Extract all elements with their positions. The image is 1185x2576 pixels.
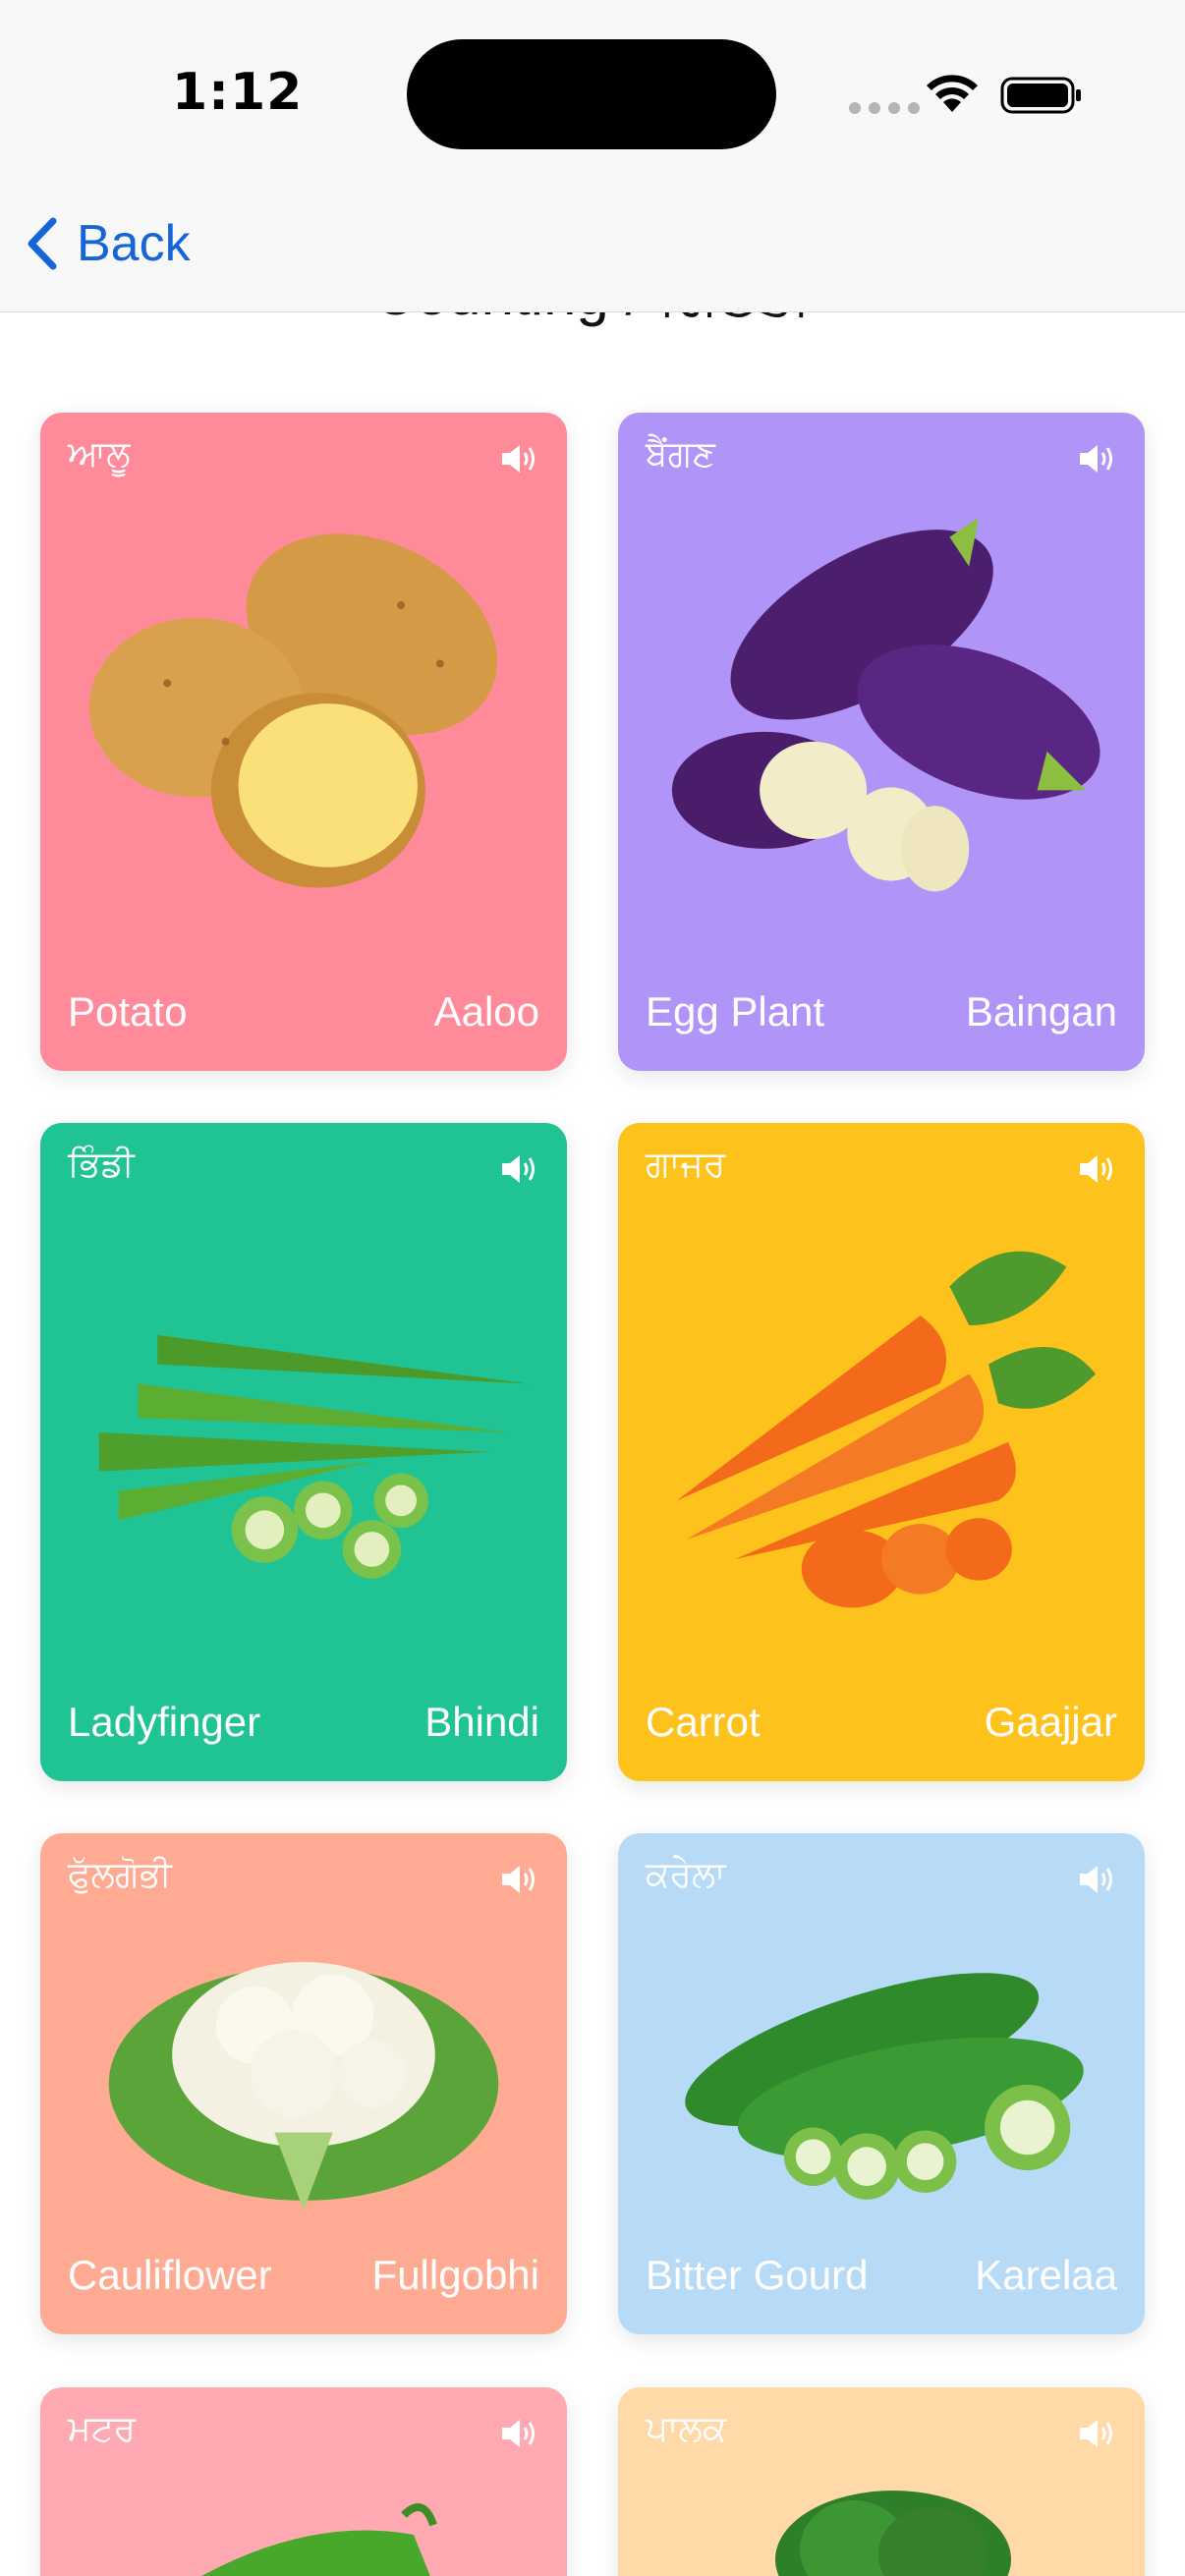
card-ladyfinger[interactable]: ਭਿੰਡੀ Ladyfinger Bhindi xyxy=(40,1123,567,1781)
speaker-icon[interactable] xyxy=(1078,2417,1117,2450)
card-english-label: Ladyfinger xyxy=(68,1699,261,1745)
vegetable-grid: ਆਲੂ Potato Aaloo ਬੈਂਗਣ Egg Plant Baingan… xyxy=(0,0,1185,2576)
card-native-label: ਪਾਲਕ xyxy=(646,2409,727,2449)
back-label: Back xyxy=(77,215,191,272)
cauliflower-image xyxy=(80,1936,528,2212)
navigation-bar: Back xyxy=(0,187,1185,312)
card-transliteration-label: Fullgobhi xyxy=(371,2252,539,2298)
speaker-icon[interactable] xyxy=(1078,1152,1117,1186)
peas-image xyxy=(201,2503,437,2576)
potato-image xyxy=(80,491,528,953)
card-transliteration-label: Gaajjar xyxy=(984,1699,1117,1745)
back-button[interactable]: Back xyxy=(22,214,191,273)
speaker-icon[interactable] xyxy=(500,1152,539,1186)
chevron-left-icon xyxy=(28,217,57,270)
card-english-label: Carrot xyxy=(646,1699,761,1745)
card-native-label: ਬੈਂਗਣ xyxy=(646,434,715,475)
speaker-icon[interactable] xyxy=(500,442,539,476)
card-english-label: Bitter Gourd xyxy=(646,2252,869,2298)
card-native-label: ਗਾਜਰ xyxy=(646,1145,726,1185)
speaker-icon[interactable] xyxy=(500,2417,539,2450)
card-spinach[interactable]: ਪਾਲਕ xyxy=(618,2387,1145,2576)
card-peas[interactable]: ਮਟਰ xyxy=(40,2387,567,2576)
card-native-label: ਕਰੇਲਾ xyxy=(646,1855,726,1895)
spinach-image xyxy=(775,2491,1011,2576)
card-transliteration-label: Aaloo xyxy=(433,988,539,1035)
card-transliteration-label: Karelaa xyxy=(975,2252,1117,2298)
bitter-gourd-image xyxy=(657,1927,1105,2212)
card-potato[interactable]: ਆਲੂ Potato Aaloo xyxy=(40,413,567,1071)
card-english-label: Cauliflower xyxy=(68,2252,272,2298)
card-english-label: Potato xyxy=(68,988,188,1035)
card-cauliflower[interactable]: ਫੁੱਲਗੋਭੀ Cauliflower Fullgobhi xyxy=(40,1833,567,2334)
eggplant-image xyxy=(657,491,1105,953)
card-eggplant[interactable]: ਬੈਂਗਣ Egg Plant Baingan xyxy=(618,413,1145,1071)
card-carrot[interactable]: ਗਾਜਰ Carrot Gaajjar xyxy=(618,1123,1145,1781)
card-english-label: Egg Plant xyxy=(646,988,825,1035)
speaker-icon[interactable] xyxy=(500,1863,539,1896)
card-native-label: ਫੁੱਲਗੋਭੀ xyxy=(68,1855,172,1895)
card-bitter-gourd[interactable]: ਕਰੇਲਾ Bitter Gourd Karelaa xyxy=(618,1833,1145,2334)
speaker-icon[interactable] xyxy=(1078,442,1117,476)
card-transliteration-label: Baingan xyxy=(965,988,1117,1035)
card-transliteration-label: Bhindi xyxy=(424,1699,539,1745)
card-native-label: ਆਲੂ xyxy=(68,434,131,475)
speaker-icon[interactable] xyxy=(1078,1863,1117,1896)
carrot-image xyxy=(657,1202,1105,1663)
okra-image xyxy=(80,1202,528,1663)
card-native-label: ਭਿੰਡੀ xyxy=(68,1145,135,1185)
card-native-label: ਮਟਰ xyxy=(68,2409,137,2449)
